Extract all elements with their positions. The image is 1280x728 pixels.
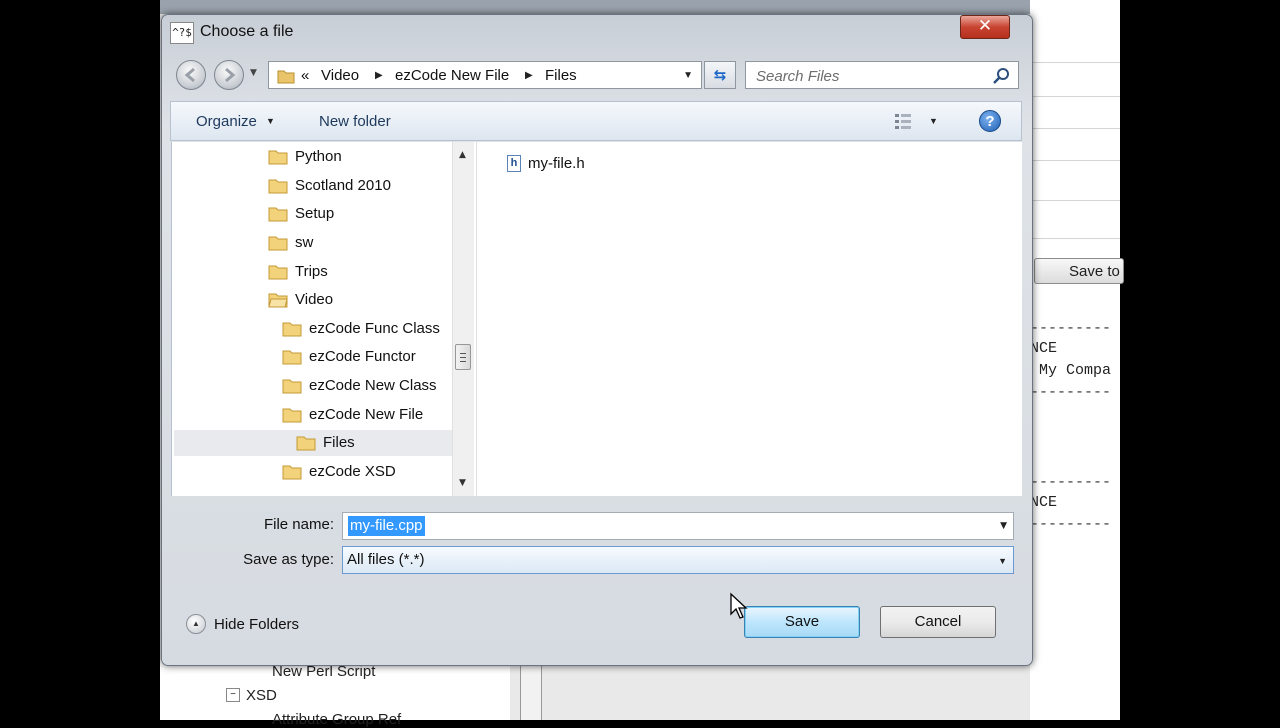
folder-icon [268, 150, 288, 165]
navigation-pane: Python Scotland 2010 Setup sw Trips Vide… [171, 142, 476, 496]
background-save-button[interactable]: Save to [1034, 258, 1124, 284]
tree-item-label: Trips [295, 263, 328, 280]
scrollbar-thumb[interactable] [455, 344, 471, 370]
scroll-up-icon[interactable]: ▲ [459, 150, 466, 160]
new-folder-button[interactable]: New folder [319, 113, 391, 130]
help-icon[interactable]: ? [979, 110, 1001, 132]
dialog-title: Choose a file [200, 23, 294, 40]
navigation-scrollbar[interactable]: ▲ ▼ [452, 142, 474, 496]
file-name-field[interactable]: my-file.cpp ▼ [342, 512, 1014, 540]
folder-icon [277, 70, 295, 84]
tree-item-label: Python [295, 148, 342, 165]
view-dropdown-icon[interactable]: ▼ [929, 116, 938, 126]
arrow-left-icon [184, 67, 195, 83]
folder-icon [296, 436, 316, 451]
file-list: h my-file.h [476, 142, 1022, 496]
folder-icon [282, 408, 302, 423]
tree-item-label: ezCode New File [309, 406, 424, 423]
close-icon: ✕ [977, 16, 993, 36]
folder-icon [282, 350, 302, 365]
folder-icon [282, 379, 302, 394]
mouse-cursor-icon [730, 592, 748, 619]
search-icon[interactable] [992, 67, 1010, 85]
save-as-type-select[interactable]: All files (*.*) ▼ [342, 546, 1014, 574]
close-button[interactable]: ✕ [960, 15, 1010, 39]
background-dash-line: --------- [1030, 474, 1112, 491]
background-code-line: NCE [1030, 340, 1058, 357]
background-dash-line: --------- [1030, 516, 1112, 533]
tree-item-label: Files [323, 434, 355, 451]
folder-icon [282, 465, 302, 480]
folder-icon [268, 236, 288, 251]
search-box[interactable] [745, 61, 1019, 89]
cancel-button[interactable]: Cancel [880, 606, 996, 638]
forward-button[interactable] [214, 60, 244, 90]
chevron-down-icon[interactable]: ▼ [998, 556, 1007, 566]
tree-item-label: ezCode New Class [309, 377, 437, 394]
h-file-icon: h [507, 155, 521, 172]
background-tree: New Perl Script − XSD Attribute Group Re… [160, 660, 510, 728]
breadcrumb-segment[interactable]: Video [321, 67, 359, 84]
scroll-down-icon[interactable]: ▼ [459, 478, 466, 488]
hide-folders-label: Hide Folders [214, 616, 300, 633]
tree-item-label: ezCode Functor [309, 348, 416, 365]
app-icon: ^?$ [170, 22, 194, 44]
breadcrumb-arrow-icon[interactable]: ▶ [375, 70, 383, 81]
tree-item-files[interactable]: Files [174, 430, 452, 456]
file-name: my-file.h [528, 155, 585, 172]
breadcrumb-arrow-icon[interactable]: ▶ [525, 70, 533, 81]
breadcrumb-segment[interactable]: ezCode New File [395, 67, 509, 84]
folder-icon [268, 179, 288, 194]
save-button[interactable]: Save [744, 606, 860, 638]
collapse-icon[interactable]: − [226, 688, 240, 702]
background-dash-line: --------- [1030, 384, 1112, 401]
address-dropdown-icon[interactable]: ▼ [683, 70, 693, 81]
background-code-line: My Compa [1030, 362, 1112, 379]
background-code-line: NCE [1030, 494, 1058, 511]
tree-item-label: Scotland 2010 [295, 177, 391, 194]
tree-item-label: ezCode XSD [309, 463, 396, 480]
search-input[interactable] [754, 66, 988, 86]
background-title-strip [160, 0, 1120, 14]
file-name-value[interactable]: my-file.cpp [348, 516, 425, 536]
recent-locations-dropdown[interactable]: ▼ [250, 68, 262, 82]
breadcrumb-segment[interactable]: Files [545, 67, 577, 84]
background-splitter [520, 660, 542, 720]
view-options-icon[interactable] [893, 112, 913, 130]
save-as-type-label: Save as type: [243, 551, 334, 568]
arrow-right-icon [225, 67, 236, 83]
chevron-down-icon[interactable]: ▼ [266, 116, 275, 126]
command-bar: Organize ▼ New folder ▼ ? [170, 101, 1022, 141]
background-dash-line: --------- [1030, 320, 1112, 337]
folder-icon [268, 265, 288, 280]
chevron-down-icon[interactable]: ▼ [1000, 521, 1007, 531]
folder-icon [282, 322, 302, 337]
organize-menu[interactable]: Organize [196, 113, 257, 130]
folder-icon [268, 207, 288, 222]
folder-open-icon [268, 293, 288, 308]
background-tree-item[interactable]: XSD [246, 687, 277, 704]
back-button[interactable] [176, 60, 206, 90]
refresh-icon: ⇆ [713, 66, 727, 84]
tree-item-label: ezCode Func Class [309, 320, 440, 337]
breadcrumb-overflow[interactable]: « [301, 67, 309, 84]
background-editor: --------- NCE My Compa --------- -------… [1030, 0, 1120, 720]
tree-item-label: sw [295, 234, 314, 251]
tree-item-label: Video [295, 291, 334, 308]
save-as-type-value: All files (*.*) [347, 551, 425, 568]
address-bar[interactable]: « Video ▶ ezCode New File ▶ Files ▼ [268, 61, 702, 89]
chevron-up-icon: ▲ [186, 614, 206, 634]
refresh-button[interactable]: ⇆ [704, 61, 736, 89]
file-name-label: File name: [263, 516, 334, 533]
tree-item-label: Setup [295, 205, 335, 222]
